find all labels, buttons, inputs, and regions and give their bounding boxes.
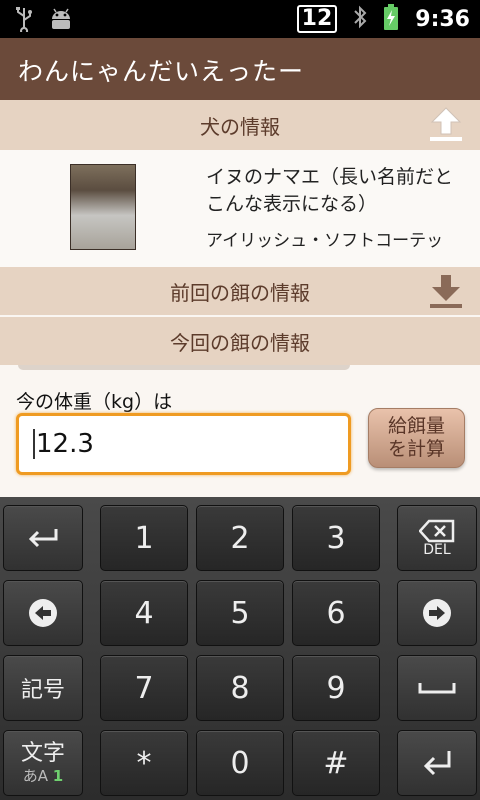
section-title-previous-feed: 前回の餌の情報 xyxy=(170,280,310,305)
delete-key[interactable]: DEL xyxy=(397,505,477,571)
weight-label: 今の体重（kg）は xyxy=(16,391,173,413)
key-2[interactable]: 2 xyxy=(196,505,284,571)
symbols-key[interactable]: 記号 xyxy=(3,655,83,721)
section-header-current-feed[interactable]: 今回の餌の情報 xyxy=(0,317,480,365)
key-hash[interactable]: # xyxy=(292,730,380,796)
expand-down-arrow-icon[interactable] xyxy=(426,273,466,311)
app-bar: わんにゃんだいえったー xyxy=(0,38,480,100)
key-1[interactable]: 1 xyxy=(100,505,188,571)
battery-charging-icon xyxy=(383,4,399,34)
main-content: 犬の情報 イヌのナマエ（長い名前だとこんな表示になる） アイリッシュ・ソフトコー… xyxy=(0,100,480,497)
section-title-current-feed: 今回の餌の情報 xyxy=(170,330,310,355)
soft-keyboard: 1 2 3 DEL 4 5 6 記号 7 8 9 文字 あA 1 * 0 # xyxy=(0,497,480,800)
space-icon xyxy=(418,683,456,694)
cursor-right-key[interactable] xyxy=(397,580,477,646)
cursor-left-key[interactable] xyxy=(3,580,83,646)
enter-return-key[interactable] xyxy=(3,505,83,571)
key-6[interactable]: 6 xyxy=(292,580,380,646)
calc-button-label-line1: 給餌量 xyxy=(387,415,445,437)
input-mode-key[interactable]: 文字 あA 1 xyxy=(3,730,83,796)
key-4[interactable]: 4 xyxy=(100,580,188,646)
text-cursor xyxy=(33,429,35,459)
calculate-feed-button[interactable]: 給餌量 を計算 xyxy=(368,408,465,468)
arrow-left-icon xyxy=(29,599,57,627)
input-mode-label: 文字 xyxy=(20,740,65,766)
app-title: わんにゃんだいえったー xyxy=(18,57,305,86)
dog-breed: アイリッシュ・ソフトコーテッ xyxy=(206,231,444,251)
weight-input[interactable]: 12.3 xyxy=(16,413,351,475)
enter-key[interactable] xyxy=(397,730,477,796)
space-key[interactable] xyxy=(397,655,477,721)
section-header-previous-feed[interactable]: 前回の餌の情報 xyxy=(0,267,480,315)
key-0[interactable]: 0 xyxy=(196,730,284,796)
delete-key-label: DEL xyxy=(423,542,451,558)
key-5[interactable]: 5 xyxy=(196,580,284,646)
input-mode-sub: あA 1 xyxy=(22,766,64,785)
usb-icon xyxy=(14,6,34,36)
bluetooth-icon xyxy=(353,5,367,33)
status-bar: 12 9:36 xyxy=(0,0,480,38)
key-7[interactable]: 7 xyxy=(100,655,188,721)
dog-info-row[interactable]: イヌのナマエ（長い名前だとこんな表示になる） アイリッシュ・ソフトコーテッ xyxy=(0,150,480,267)
key-8[interactable]: 8 xyxy=(196,655,284,721)
arrow-right-icon xyxy=(423,599,451,627)
key-asterisk[interactable]: * xyxy=(100,730,188,796)
notification-count: 12 xyxy=(296,5,338,33)
collapse-up-arrow-icon[interactable] xyxy=(426,106,466,144)
section-title-dog-info: 犬の情報 xyxy=(200,114,280,139)
weight-value: 12.3 xyxy=(36,429,94,459)
key-3[interactable]: 3 xyxy=(292,505,380,571)
section-header-dog-info[interactable]: 犬の情報 xyxy=(0,100,480,150)
dog-name: イヌのナマエ（長い名前だとこんな表示になる） xyxy=(206,166,454,215)
enter-icon xyxy=(423,751,451,776)
backspace-icon xyxy=(419,519,455,543)
android-debug-icon xyxy=(48,7,74,35)
dog-photo xyxy=(70,164,136,250)
divider xyxy=(18,365,350,370)
key-9[interactable]: 9 xyxy=(292,655,380,721)
clock: 9:36 xyxy=(415,6,470,32)
calc-button-label-line2: を計算 xyxy=(387,438,445,460)
